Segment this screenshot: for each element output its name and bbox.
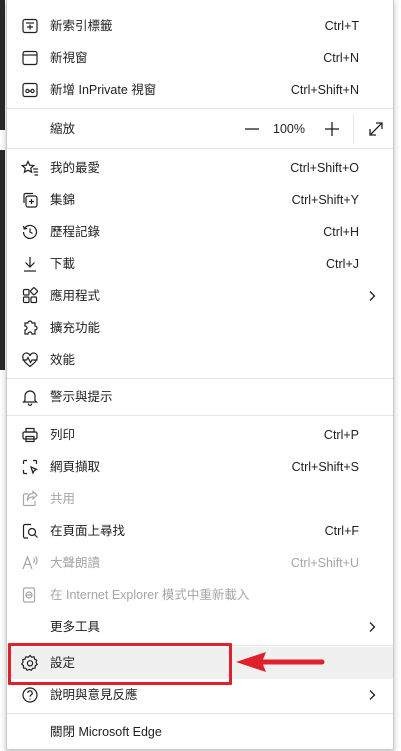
menu-separator — [7, 415, 393, 416]
chevron-right-icon — [369, 690, 376, 700]
favorites-icon — [21, 159, 39, 177]
find-icon — [21, 522, 39, 540]
menu-item-find[interactable]: 在頁面上尋找 Ctrl+F — [7, 515, 393, 547]
menu-item-shortcut: Ctrl+N — [323, 51, 359, 65]
chevron-right-icon — [369, 291, 376, 301]
menu-item-label: 新增 InPrivate 視窗 — [50, 83, 157, 97]
extensions-icon — [21, 319, 39, 337]
menu-separator — [7, 713, 393, 714]
menu-item-label: 更多工具 — [50, 620, 101, 634]
menu-item-collections[interactable]: 集錦 Ctrl+Shift+Y — [7, 184, 393, 216]
annotation-arrow-icon — [236, 652, 325, 672]
zoom-in-icon[interactable] — [321, 118, 343, 140]
background-window-edge — [0, 0, 5, 130]
menu-item-label: 關閉 Microsoft Edge — [50, 725, 162, 739]
new-tab-icon — [21, 17, 39, 35]
menu-item-label: 集錦 — [50, 193, 76, 207]
menu-item-label: 效能 — [50, 353, 76, 367]
menu-item-ie-mode: 在 Internet Explorer 模式中重新載入 — [7, 579, 393, 611]
menu-item-apps[interactable]: 應用程式 — [7, 280, 393, 312]
menu-item-print[interactable]: 列印 Ctrl+P — [7, 419, 393, 451]
menu-item-shortcut: Ctrl+Shift+U — [290, 556, 359, 570]
menu-item-shortcut: Ctrl+Shift+N — [290, 83, 359, 97]
menu-item-label: 新視窗 — [50, 51, 88, 65]
read-aloud-icon — [21, 554, 39, 572]
download-icon — [21, 255, 39, 273]
annotation-highlight-box — [8, 643, 232, 685]
menu-item-shortcut: Ctrl+Shift+O — [290, 161, 359, 175]
menu-item-label: 在 Internet Explorer 模式中重新載入 — [50, 588, 250, 602]
menu-separator — [7, 108, 393, 109]
menu-item-downloads[interactable]: 下載 Ctrl+J — [7, 248, 393, 280]
menu-item-label: 在頁面上尋找 — [50, 524, 126, 538]
zoom-out-icon[interactable] — [241, 118, 263, 140]
menu-item-web-capture[interactable]: 網頁擷取 Ctrl+Shift+S — [7, 451, 393, 483]
inprivate-icon — [21, 81, 39, 99]
menu-item-shortcut: Ctrl+P — [323, 428, 359, 442]
menu-item-label: 網頁擷取 — [50, 460, 101, 474]
menu-item-new-tab[interactable]: 新索引標籤 Ctrl+T — [7, 10, 393, 42]
menu-item-label: 應用程式 — [50, 289, 101, 303]
fullscreen-icon[interactable] — [365, 118, 387, 140]
menu-item-read-aloud: 大聲朗讀 Ctrl+Shift+U — [7, 547, 393, 579]
menu-item-new-window[interactable]: 新視窗 Ctrl+N — [7, 42, 393, 74]
history-icon — [21, 223, 39, 241]
menu-item-alerts[interactable]: 警示與提示 — [7, 381, 393, 413]
menu-item-performance[interactable]: 效能 — [7, 344, 393, 376]
menu-item-history[interactable]: 歷程記錄 Ctrl+H — [7, 216, 393, 248]
menu-item-shortcut: Ctrl+F — [324, 524, 359, 538]
menu-item-shortcut: Ctrl+J — [326, 257, 359, 271]
menu-item-extensions[interactable]: 擴充功能 — [7, 312, 393, 344]
menu-item-label: 大聲朗讀 — [50, 556, 101, 570]
ie-mode-icon — [21, 586, 39, 604]
menu-item-label: 共用 — [50, 492, 76, 506]
menu-item-shortcut: Ctrl+H — [323, 225, 359, 239]
background-window-edge — [0, 150, 5, 370]
menu-item-label: 歷程記錄 — [50, 225, 101, 239]
apps-icon — [21, 287, 39, 305]
menu-item-new-inprivate[interactable]: 新增 InPrivate 視窗 Ctrl+Shift+N — [7, 74, 393, 106]
zoom-divider — [353, 114, 354, 144]
menu-separator — [7, 148, 393, 149]
print-icon — [21, 426, 39, 444]
menu-item-close-edge[interactable]: 關閉 Microsoft Edge — [7, 716, 393, 748]
menu-item-label: 擴充功能 — [50, 321, 101, 335]
menu-item-shortcut: Ctrl+Shift+Y — [291, 193, 359, 207]
menu-separator — [7, 378, 393, 379]
menu-item-label: 新索引標籤 — [50, 19, 113, 33]
menu-item-label: 下載 — [50, 257, 76, 271]
menu-item-favorites[interactable]: 我的最愛 Ctrl+Shift+O — [7, 152, 393, 184]
bell-icon — [21, 388, 39, 406]
collections-icon — [21, 191, 39, 209]
edge-settings-menu: 新索引標籤 Ctrl+T 新視窗 Ctrl+N 新增 InPrivate 視窗 … — [6, 0, 394, 750]
menu-item-more-tools[interactable]: 更多工具 — [7, 611, 393, 643]
new-window-icon — [21, 49, 39, 67]
help-icon — [21, 686, 39, 704]
share-icon — [21, 490, 39, 508]
performance-icon — [21, 351, 39, 369]
menu-item-label: 列印 — [50, 428, 76, 442]
chevron-right-icon — [369, 622, 376, 632]
menu-item-shortcut: Ctrl+Shift+S — [291, 460, 359, 474]
zoom-value: 100% — [273, 122, 305, 136]
menu-item-label: 我的最愛 — [50, 161, 101, 175]
menu-item-share: 共用 — [7, 483, 393, 515]
web-capture-icon — [21, 458, 39, 476]
menu-item-shortcut: Ctrl+T — [324, 19, 359, 33]
menu-item-label: 警示與提示 — [50, 390, 113, 404]
zoom-label: 縮放 — [50, 122, 76, 136]
